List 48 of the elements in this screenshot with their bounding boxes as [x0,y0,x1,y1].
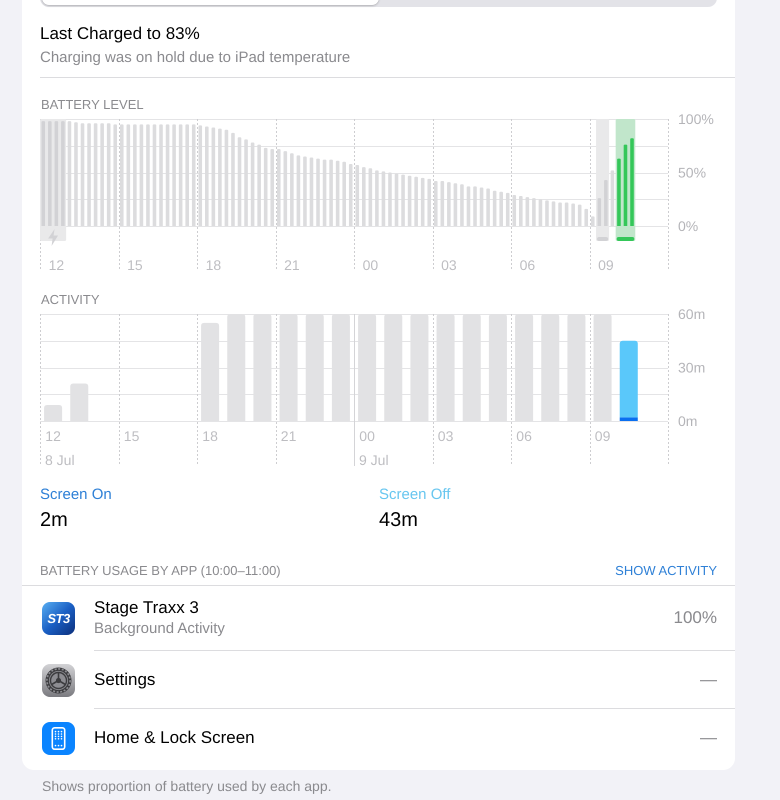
app-logo: ST3 [42,602,75,635]
charge-title: Last Charged to 83% [40,23,200,45]
stat-value: 43m [379,508,418,532]
axis-label: 18 [202,428,218,444]
battery-bar [617,158,621,226]
axis-label: 09 [594,428,610,444]
charge-marker-icon [616,237,634,241]
axis-label: 0m [678,413,698,429]
axis-label: 12 [45,428,61,444]
chart-title: ACTIVITY [41,292,100,308]
chart-title: BATTERY LEVEL [41,97,144,113]
axis-label: 60m [678,306,706,322]
axis-label: 0% [678,218,698,234]
usage-value: — [700,727,717,749]
axis-label: 15 [124,428,140,444]
date-label: 8 Jul [45,452,75,468]
axis-label: 18 [206,257,222,273]
axis-label: 50% [678,164,706,180]
axis-label: 06 [520,257,536,273]
axis-label: 21 [284,257,300,273]
stat-label: Screen On [40,486,112,504]
tablet-icon [42,722,75,754]
footer-note: Shows proportion of battery used by each app. [42,777,332,795]
axis-label: 09 [598,257,614,273]
axis-label: 03 [438,428,454,444]
date-label: 9 Jul [359,452,389,468]
axis-label: 100% [678,111,714,127]
usage-value: 100% [674,607,717,629]
axis-label: 00 [362,257,378,273]
axis-label: 30m [678,360,706,376]
app-name: Home & Lock Screen [94,727,255,749]
bolt-icon [48,229,58,246]
axis-label: 15 [127,257,143,273]
app-name: Settings [94,668,156,690]
app-name: Stage Traxx 3 [94,597,199,619]
axis-label: 00 [359,428,375,444]
gear-icon [42,664,75,696]
usage-value: — [700,668,717,690]
stat-value: 2m [40,508,68,532]
axis-label: 21 [280,428,296,444]
axis-label: 03 [441,257,457,273]
stat-label: Screen Off [379,486,450,504]
section-header: BATTERY USAGE BY APP (10:00–11:00) [40,563,281,579]
charge-subtitle: Charging was on hold due to iPad temperature [40,48,350,68]
show-activity-button[interactable]: SHOW ACTIVITY [615,563,717,579]
axis-label: 12 [48,257,64,273]
axis-label: 06 [516,428,532,444]
app-detail: Background Activity [94,619,225,639]
